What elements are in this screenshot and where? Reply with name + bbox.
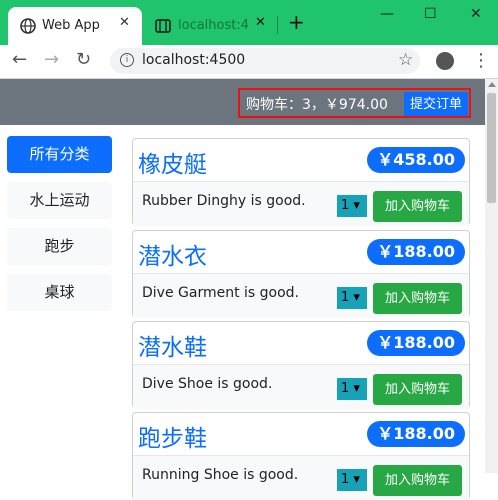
category-running[interactable]: 跑步 xyxy=(7,228,112,265)
tab-title: localhost:46 xyxy=(178,18,248,33)
product-card: 潜水鞋 ￥188.00 Dive Shoe is good. 1 ▾ 加入购物车 xyxy=(132,321,470,409)
category-watersports[interactable]: 水上运动 xyxy=(7,182,112,219)
quantity-select[interactable]: 1 ▾ xyxy=(337,287,367,309)
quantity-value: 1 xyxy=(341,198,350,213)
product-name: 潜水衣 xyxy=(138,244,207,270)
product-description: Rubber Dinghy is good. xyxy=(142,193,306,209)
cart-summary: 购物车：3，￥974.00 xyxy=(246,97,388,113)
quantity-select[interactable]: 1 ▾ xyxy=(337,378,367,400)
add-to-cart-button[interactable]: 加入购物车 xyxy=(373,465,462,496)
product-card: 橡皮艇 ￥458.00 Rubber Dinghy is good. 1 ▾ 加… xyxy=(132,138,470,226)
product-description: Running Shoe is good. xyxy=(142,467,299,483)
browser-toolbar: ← → ↻ i localhost:4500 ☆ ⋮ xyxy=(0,45,498,79)
tab-separator xyxy=(277,16,278,34)
cart-highlight: 购物车：3，￥974.00 提交订单 xyxy=(238,88,471,118)
tab-page-icon xyxy=(155,18,171,37)
tab-close-icon[interactable]: ✕ xyxy=(119,15,130,30)
scroll-thumb[interactable] xyxy=(487,93,496,203)
tab-localhost[interactable]: localhost:46 ✕ xyxy=(148,7,276,45)
tab-title: Web App xyxy=(42,18,100,33)
window-close-icon[interactable]: ✕ xyxy=(470,6,482,22)
add-to-cart-button[interactable]: 加入购物车 xyxy=(373,374,462,405)
new-tab-icon[interactable]: + xyxy=(288,10,305,34)
quantity-value: 1 xyxy=(341,381,350,396)
price-badge: ￥188.00 xyxy=(367,330,465,356)
minimize-icon[interactable]: — xyxy=(380,6,394,22)
category-all[interactable]: 所有分类 xyxy=(7,136,112,173)
quantity-value: 1 xyxy=(341,472,350,487)
scrollbar[interactable] xyxy=(485,79,498,473)
tab-close-icon[interactable]: ✕ xyxy=(255,15,266,30)
address-bar[interactable]: i localhost:4500 ☆ xyxy=(110,48,420,74)
add-to-cart-button[interactable]: 加入购物车 xyxy=(373,191,462,222)
star-icon[interactable]: ☆ xyxy=(398,50,413,70)
price-badge: ￥458.00 xyxy=(367,147,465,173)
globe-icon xyxy=(20,18,36,38)
back-icon[interactable]: ← xyxy=(12,49,27,70)
page-header: 购物车：3，￥974.00 提交订单 xyxy=(0,79,485,125)
price-badge: ￥188.00 xyxy=(367,421,465,447)
category-billiards[interactable]: 桌球 xyxy=(7,274,112,311)
product-name: 潜水鞋 xyxy=(138,335,207,361)
reload-icon[interactable]: ↻ xyxy=(76,49,91,70)
product-name: 橡皮艇 xyxy=(138,152,207,178)
checkout-button[interactable]: 提交订单 xyxy=(403,92,468,116)
quantity-value: 1 xyxy=(341,290,350,305)
product-description: Dive Shoe is good. xyxy=(142,376,273,392)
info-icon[interactable]: i xyxy=(120,53,134,67)
scroll-up-icon[interactable] xyxy=(488,82,496,87)
product-description: Dive Garment is good. xyxy=(142,285,300,301)
maximize-icon[interactable]: ☐ xyxy=(424,6,437,22)
product-card: 潜水衣 ￥188.00 Dive Garment is good. 1 ▾ 加入… xyxy=(132,230,470,318)
product-name: 跑步鞋 xyxy=(138,426,207,452)
tab-web-app[interactable]: Web App ✕ xyxy=(8,7,142,45)
quantity-select[interactable]: 1 ▾ xyxy=(337,195,367,217)
forward-icon[interactable]: → xyxy=(44,49,59,70)
browser-titlebar: Web App ✕ localhost:46 ✕ + — ☐ ✕ xyxy=(0,0,498,45)
price-badge: ￥188.00 xyxy=(367,239,465,265)
product-card: 跑步鞋 ￥188.00 Running Shoe is good. 1 ▾ 加入… xyxy=(132,412,470,500)
profile-icon[interactable] xyxy=(436,52,454,70)
menu-icon[interactable]: ⋮ xyxy=(472,50,490,71)
quantity-select[interactable]: 1 ▾ xyxy=(337,469,367,491)
url-text[interactable]: localhost:4500 xyxy=(142,52,245,68)
add-to-cart-button[interactable]: 加入购物车 xyxy=(373,283,462,314)
